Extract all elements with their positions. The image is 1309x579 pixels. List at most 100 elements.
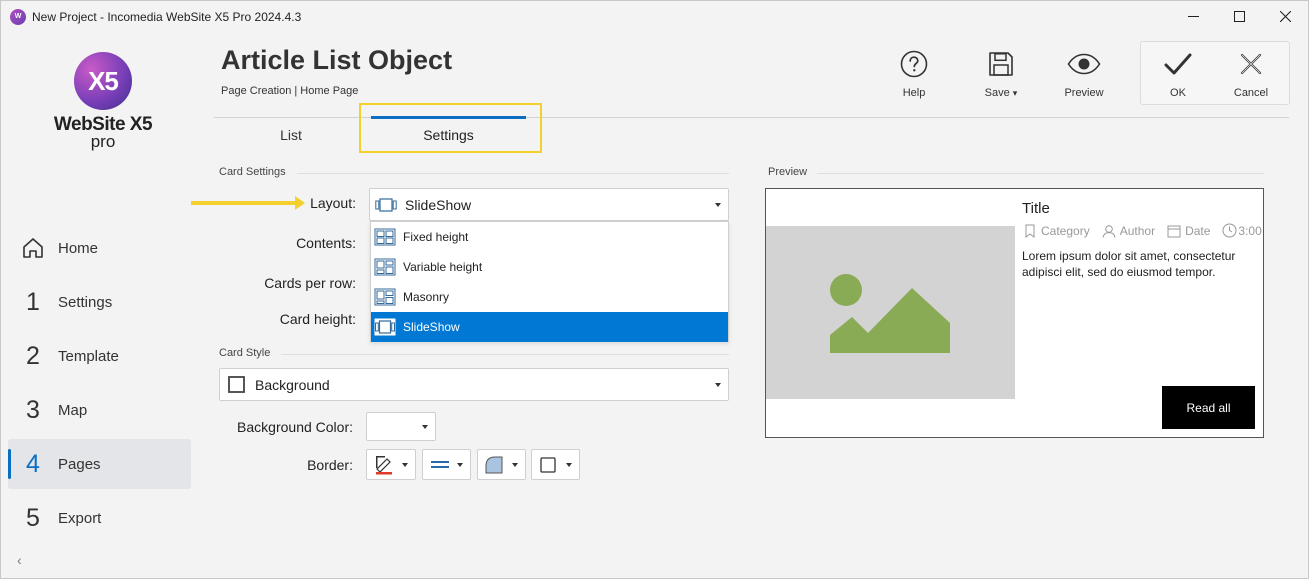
nav-label: Template xyxy=(58,347,119,365)
minimize-button[interactable] xyxy=(1170,1,1216,32)
highlight-box xyxy=(359,103,542,153)
chevron-down-icon xyxy=(566,462,572,467)
nav-item-export[interactable]: 5 Export xyxy=(8,493,191,543)
help-button[interactable]: Help xyxy=(879,48,949,99)
card-height-label: Card height: xyxy=(279,311,356,327)
section-divider xyxy=(281,354,729,355)
grid-fixed-icon xyxy=(374,228,396,246)
preview-label: Preview xyxy=(1064,87,1104,99)
section-divider xyxy=(817,173,1264,174)
cancel-button[interactable]: Cancel xyxy=(1216,48,1286,99)
contents-label: Contents: xyxy=(296,235,356,251)
card-meta-category: Category xyxy=(1024,224,1096,238)
chevron-down-icon xyxy=(512,462,518,467)
window-controls xyxy=(1170,1,1308,32)
layout-option-label: Masonry xyxy=(403,290,450,304)
user-icon xyxy=(1102,224,1116,238)
ok-button[interactable]: OK xyxy=(1143,48,1213,99)
card-date: Date xyxy=(1185,223,1211,238)
help-icon xyxy=(900,50,928,78)
card-settings-heading: Card Settings xyxy=(219,166,286,178)
section-divider xyxy=(297,173,729,174)
save-icon xyxy=(989,52,1013,76)
nav-item-template[interactable]: 2 Template xyxy=(8,331,191,381)
layout-option-label: Fixed height xyxy=(403,230,469,244)
layout-option-label: Variable height xyxy=(403,260,483,274)
nav-label: Home xyxy=(58,239,99,257)
card-meta-author: Author xyxy=(1102,224,1161,238)
chevron-down-icon xyxy=(422,424,428,429)
cards-per-row-label: Cards per row: xyxy=(264,275,356,291)
brand-logo: X5 WebSite X5 pro xyxy=(53,52,153,152)
layout-option-label: SlideShow xyxy=(403,320,460,334)
card-meta-date: Date xyxy=(1167,224,1216,238)
layout-option-fixed-height[interactable]: Fixed height xyxy=(371,222,728,252)
app-logo-icon: W xyxy=(10,8,26,25)
breadcrumb: Page Creation | Home Page xyxy=(221,85,359,97)
card-body-text: Lorem ipsum dolor sit amet, consectetur … xyxy=(1022,249,1236,279)
pencil-color-icon xyxy=(376,455,392,474)
nav-item-settings[interactable]: 1 Settings xyxy=(8,277,191,327)
grid-variable-icon xyxy=(374,258,396,276)
maximize-icon xyxy=(1233,11,1245,22)
layout-option-masonry[interactable]: Masonry xyxy=(371,282,728,312)
nav-label: Export xyxy=(58,509,102,527)
layout-select-value: SlideShow xyxy=(405,196,472,213)
nav-item-home[interactable]: Home xyxy=(8,223,191,273)
border-color-button[interactable] xyxy=(366,449,416,480)
save-button[interactable]: Save ▾ xyxy=(966,48,1036,99)
square-outline-icon xyxy=(540,456,556,473)
window-title: New Project - Incomedia WebSite X5 Pro 2… xyxy=(32,9,302,24)
card-preview: Title Category Author Date 3:00 Lorem ip… xyxy=(765,188,1264,438)
corner-radius-icon xyxy=(485,456,503,473)
collapse-sidebar-button[interactable]: ‹ xyxy=(17,552,22,568)
chevron-down-icon xyxy=(402,462,408,467)
card-time: 3:00 xyxy=(1238,223,1262,238)
card-meta-time: 3:00 xyxy=(1222,223,1267,238)
chevron-down-icon xyxy=(457,462,463,467)
app-window: W New Project - Incomedia WebSite X5 Pro… xyxy=(0,0,1309,579)
chevron-down-icon xyxy=(715,382,721,387)
nav-item-pages[interactable]: 4 Pages xyxy=(8,439,191,489)
layout-option-variable-height[interactable]: Variable height xyxy=(371,252,728,282)
preview-heading: Preview xyxy=(768,166,808,178)
nav-item-map[interactable]: 3 Map xyxy=(8,385,191,435)
page-title: Article List Object xyxy=(221,45,453,75)
border-shadow-button[interactable] xyxy=(531,449,580,480)
close-window-button[interactable] xyxy=(1262,1,1308,32)
layout-dropdown-list: Fixed height Variable height Masonry Sli… xyxy=(370,221,729,342)
square-outline-icon xyxy=(228,376,245,393)
close-icon xyxy=(1279,11,1291,22)
card-category: Category xyxy=(1041,223,1090,238)
background-color-picker[interactable] xyxy=(366,412,436,441)
preview-button[interactable]: Preview xyxy=(1049,48,1119,99)
clock-icon xyxy=(1222,223,1237,238)
chevron-down-icon xyxy=(715,202,721,207)
card-author: Author xyxy=(1119,223,1156,238)
line-style-icon xyxy=(431,460,449,468)
nav-label: Map xyxy=(58,401,88,419)
maximize-button[interactable] xyxy=(1216,1,1262,32)
save-dropdown-caret: ▾ xyxy=(1012,88,1018,98)
sidebar: X5 WebSite X5 pro Home 1 Settings 2 Temp… xyxy=(1,32,198,578)
card-style-select[interactable]: Background xyxy=(219,368,729,401)
border-label: Border: xyxy=(307,457,353,473)
layout-select[interactable]: SlideShow xyxy=(369,188,729,221)
image-placeholder-icon xyxy=(830,274,950,353)
ok-label: OK xyxy=(1170,87,1186,99)
main-nav: Home 1 Settings 2 Template 3 Map 4 Pages… xyxy=(8,223,191,547)
border-style-button[interactable] xyxy=(422,449,471,480)
nav-number: 5 xyxy=(26,503,40,532)
layout-option-slideshow[interactable]: SlideShow xyxy=(371,312,728,342)
nav-number: 4 xyxy=(26,449,40,478)
tab-list[interactable]: List xyxy=(246,119,336,151)
save-label: Save xyxy=(984,87,1010,99)
background-color-label: Background Color: xyxy=(237,419,353,435)
card-style-heading: Card Style xyxy=(219,347,271,359)
read-all-button: Read all xyxy=(1162,386,1255,429)
nav-label: Settings xyxy=(58,293,113,311)
nav-number: 3 xyxy=(26,395,40,424)
nav-label: Pages xyxy=(58,455,101,473)
layout-label: Layout: xyxy=(310,195,356,211)
border-radius-button[interactable] xyxy=(477,449,526,480)
